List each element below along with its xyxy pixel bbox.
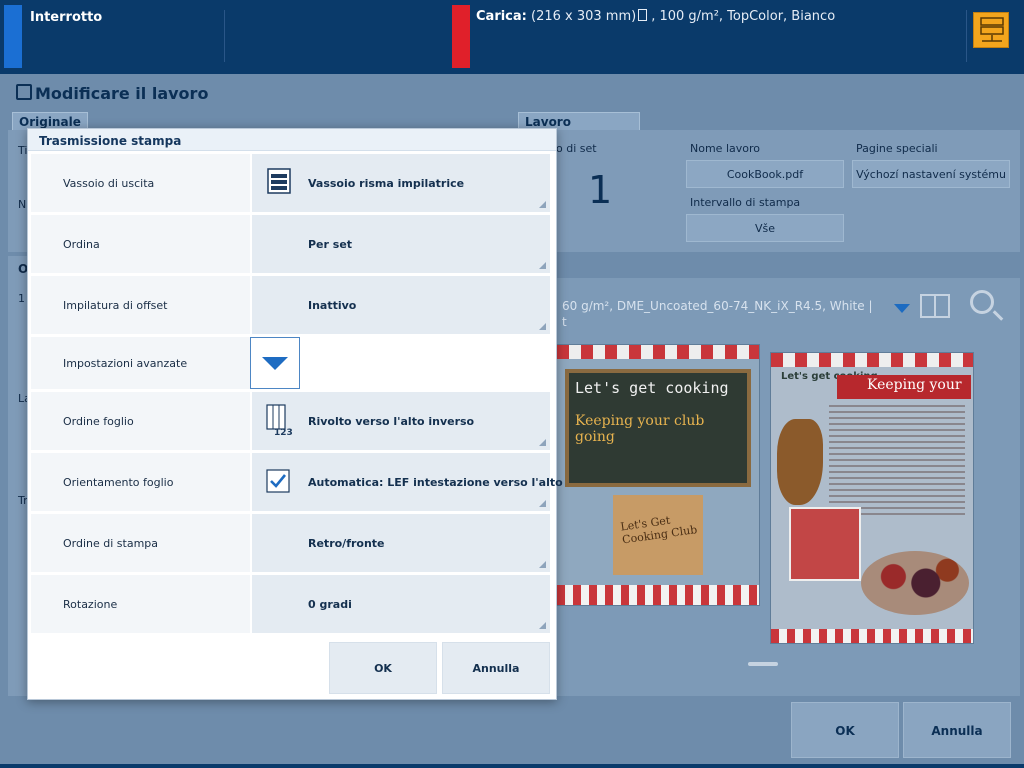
bottom-bar <box>0 764 1024 768</box>
setting-value-text: Per set <box>308 238 353 251</box>
printer-status-indicator <box>4 5 22 68</box>
window-title: Modificare il lavoro <box>35 84 209 103</box>
printer-status-text: Interrotto <box>30 10 103 25</box>
divider <box>966 10 967 62</box>
corner-arrow-icon <box>539 201 546 208</box>
print-delivery-dialog: Trasmissione stampa Vassoio di uscita Va… <box>27 128 563 700</box>
preview-media-info: 60 g/m², DME_Uncoated_60-74_NK_iX_R4.5, … <box>562 298 873 330</box>
setting-label: Vassoio di uscita <box>31 154 250 212</box>
paper-status-indicator <box>452 5 470 68</box>
setting-row-sheet-orientation[interactable]: Orientamento foglio Automatica: LEF inte… <box>31 453 563 511</box>
dialog-cancel-button[interactable]: Annulla <box>442 642 550 694</box>
preview-page-front: Let's get cooking Keeping your club goin… <box>556 344 760 606</box>
setting-label: Rotazione <box>31 575 250 633</box>
preview-page-back: Let's get cooking Keeping your <box>770 352 974 644</box>
print-range-label: Intervallo di stampa <box>690 196 801 209</box>
job-queue-button[interactable] <box>973 12 1009 48</box>
original-field-label: 1 <box>18 292 25 305</box>
page-layout-icon[interactable] <box>920 294 950 318</box>
chevron-down-icon <box>262 357 288 370</box>
corner-arrow-icon <box>539 561 546 568</box>
setting-label: Ordine di stampa <box>31 514 250 572</box>
zoom-icon[interactable] <box>970 290 994 314</box>
tablecloth-graphic <box>771 629 973 643</box>
load-details: , 100 g/m², TopColor, Bianco <box>651 9 836 24</box>
ok-button[interactable]: OK <box>791 702 899 758</box>
setting-value-text: Automatica: LEF intestazione verso l'alt… <box>308 476 563 489</box>
setting-row-offset-stacking[interactable]: Impilatura di offset Inattivo <box>31 276 550 334</box>
advanced-settings-toggle[interactable] <box>250 337 300 389</box>
preview-heading: Keeping your <box>867 377 962 393</box>
setting-value[interactable]: Automatica: LEF intestazione verso l'alt… <box>250 453 563 511</box>
load-size: (216 x 303 mm) <box>531 9 637 24</box>
stacker-tray-icon <box>266 168 292 197</box>
sheet-order-icon-text: 123 <box>274 428 293 436</box>
chalkboard-graphic: Let's get cooking Keeping your club goin… <box>565 369 751 487</box>
job-name-field[interactable]: CookBook.pdf <box>686 160 844 188</box>
corner-arrow-icon <box>539 500 546 507</box>
sets-label: o di set <box>556 142 597 155</box>
cancel-button[interactable]: Annulla <box>903 702 1011 758</box>
corner-arrow-icon <box>539 262 546 269</box>
setting-label: Orientamento foglio <box>31 453 250 511</box>
divider <box>224 10 225 62</box>
preview-info-line: t <box>562 315 567 329</box>
paper-icon <box>638 9 648 21</box>
corner-arrow-icon <box>539 439 546 446</box>
setting-value[interactable]: 123 Rivolto verso l'alto inverso <box>250 392 550 450</box>
dialog-ok-button[interactable]: OK <box>329 642 437 694</box>
setting-value-text: Inattivo <box>308 299 357 312</box>
setting-label: Ordine foglio <box>31 392 250 450</box>
body-text-block <box>829 405 965 515</box>
spice-image <box>777 419 823 505</box>
print-range-field[interactable]: Vše <box>686 214 844 242</box>
corner-arrow-icon <box>539 622 546 629</box>
setting-label: Impilatura di offset <box>31 276 250 334</box>
sets-value[interactable]: 1 <box>588 168 612 212</box>
setting-row-print-order[interactable]: Ordine di stampa Retro/fronte <box>31 514 550 572</box>
setting-value-text: Vassoio risma impilatrice <box>308 177 465 190</box>
preview-scroll-handle[interactable] <box>748 662 778 666</box>
server-stack-icon <box>980 17 1004 42</box>
load-label: Carica: <box>476 9 527 24</box>
advanced-settings-label: Impostazioni avanzate <box>31 337 250 389</box>
setting-value[interactable]: 0 gradi <box>250 575 550 633</box>
edit-job-icon <box>16 84 32 100</box>
original-field-label: N <box>18 198 27 211</box>
job-name-label: Nome lavoro <box>690 142 760 155</box>
setting-row-sort[interactable]: Ordina Per set <box>31 215 550 273</box>
awning-graphic <box>771 353 973 367</box>
setting-label: Ordina <box>31 215 250 273</box>
tablecloth-graphic <box>557 585 759 605</box>
setting-value[interactable]: Retro/fronte <box>250 514 550 572</box>
chevron-down-icon[interactable] <box>894 304 910 313</box>
setting-value[interactable]: Per set <box>250 215 550 273</box>
status-bar: Interrotto Carica: (216 x 303 mm) , 100 g… <box>0 0 1024 74</box>
preview-heading: Let's get cooking <box>575 379 729 397</box>
dialog-title: Trasmissione stampa <box>28 129 556 151</box>
special-pages-label: Pagine speciali <box>856 142 938 155</box>
load-info: Carica: (216 x 303 mm) , 100 g/m², TopCol… <box>476 9 835 24</box>
brochure-image <box>789 507 861 581</box>
dried-fruit-image <box>861 551 969 615</box>
setting-row-sheet-order[interactable]: Ordine foglio 123 Rivolto verso l'alto i… <box>31 392 550 450</box>
setting-row-output-tray[interactable]: Vassoio di uscita Vassoio risma impilatr… <box>31 154 550 212</box>
preview-info-line: 60 g/m², DME_Uncoated_60-74_NK_iX_R4.5, … <box>562 299 873 313</box>
setting-value[interactable]: Vassoio risma impilatrice <box>250 154 550 212</box>
corner-arrow-icon <box>539 323 546 330</box>
setting-value-text: 0 gradi <box>308 598 352 611</box>
awning-graphic <box>557 345 759 359</box>
sheet-order-icon: 123 <box>266 404 296 439</box>
checkbox-checked-icon[interactable] <box>266 469 290 496</box>
special-pages-field[interactable]: Výchozí nastavení systému <box>852 160 1010 188</box>
setting-row-rotation[interactable]: Rotazione 0 gradi <box>31 575 550 633</box>
setting-value[interactable]: Inattivo <box>250 276 550 334</box>
setting-value-text: Rivolto verso l'alto inverso <box>308 415 475 428</box>
print-preview: 60 g/m², DME_Uncoated_60-74_NK_iX_R4.5, … <box>556 278 1020 696</box>
setting-value-text: Retro/fronte <box>308 537 385 550</box>
preview-subheading: Keeping your club going <box>575 413 705 445</box>
